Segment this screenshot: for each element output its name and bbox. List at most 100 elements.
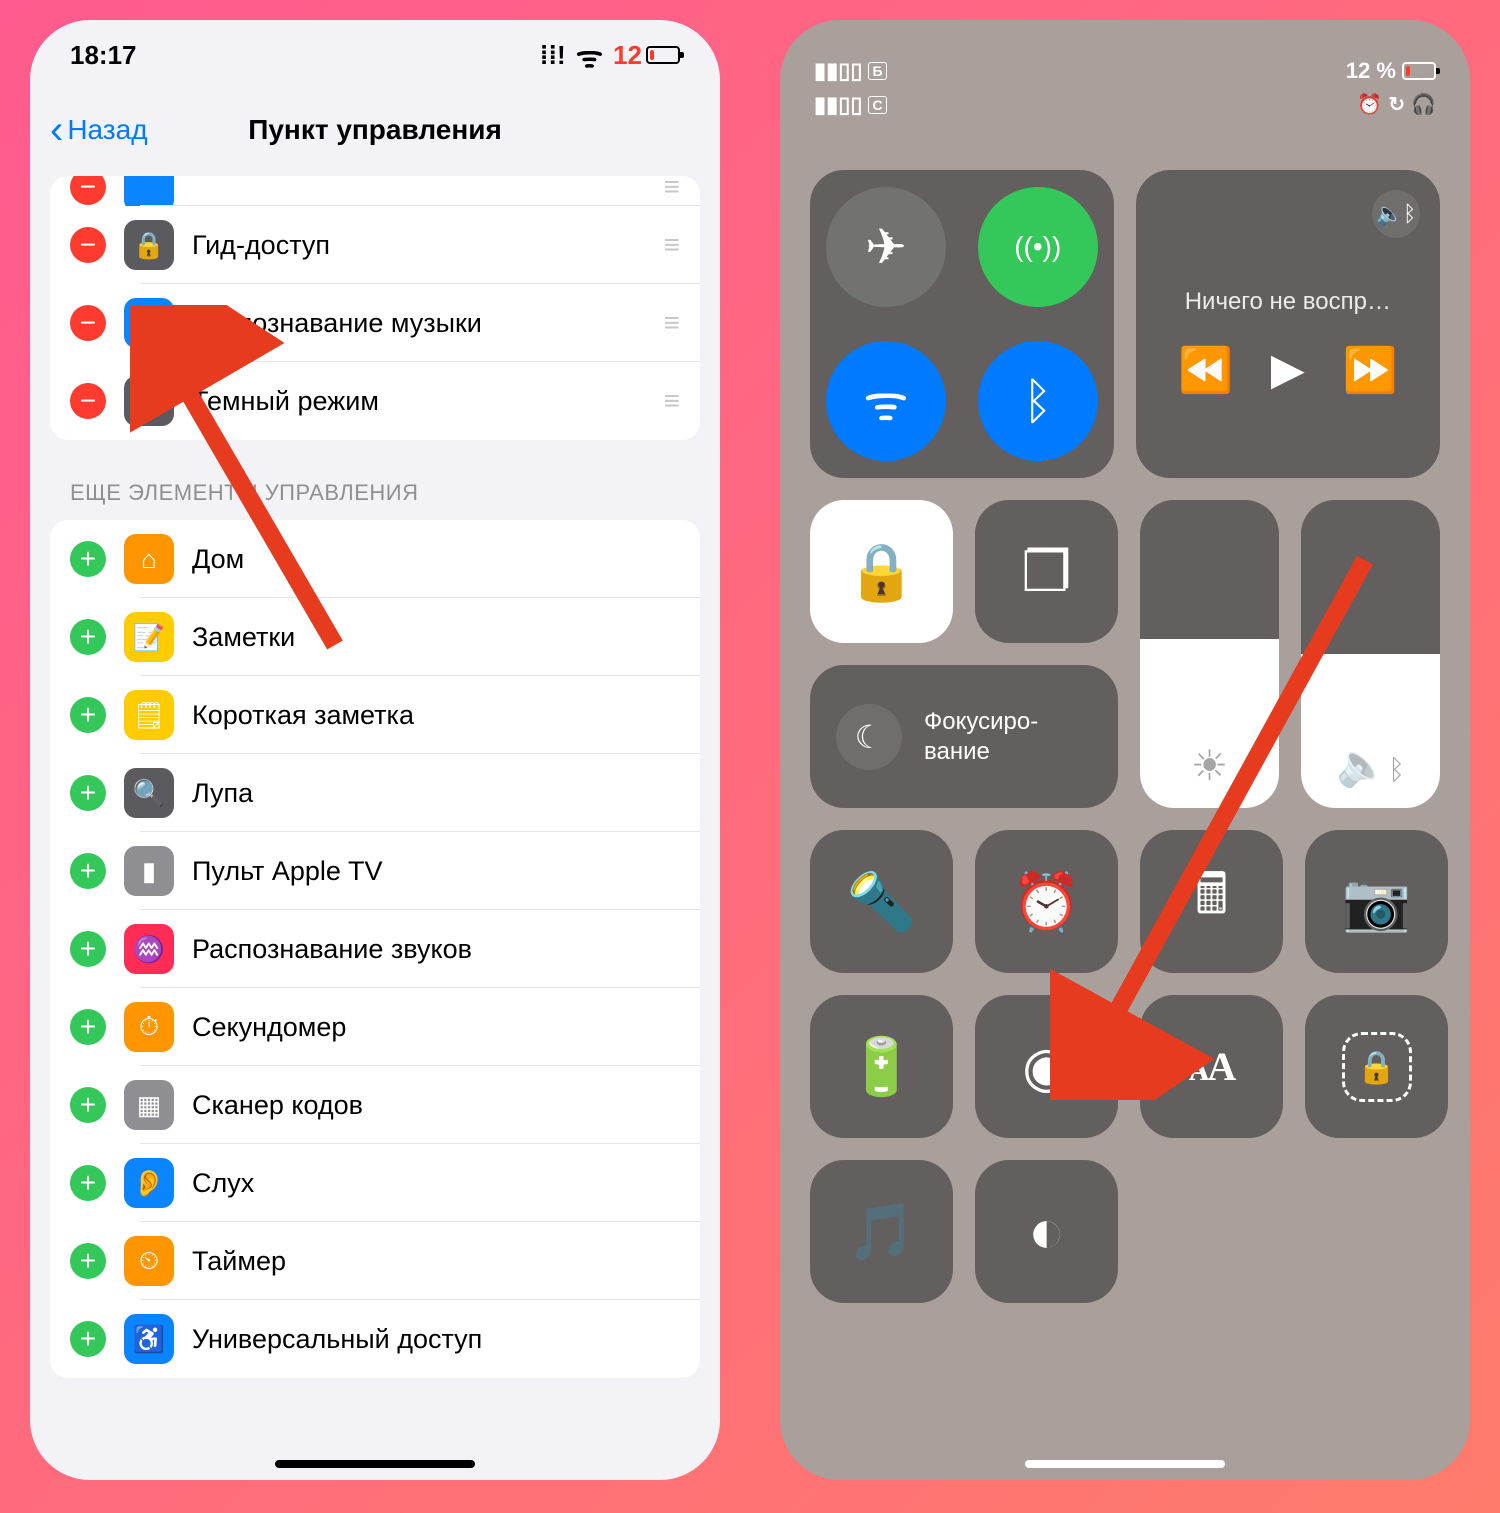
row-label: Темный режим: [192, 386, 646, 417]
rotation-lock-toggle[interactable]: 🔒: [810, 500, 953, 643]
list-item-quicknote[interactable]: + 🗒 Короткая заметка: [50, 676, 700, 754]
media-title: Ничего не воспр…: [1185, 288, 1391, 316]
drag-handle-icon[interactable]: ≡: [664, 307, 680, 339]
cellular-icon: ((•)): [1014, 231, 1061, 263]
included-controls-section: − ≡ − 🔒 Гид-доступ ≡ − 🎵 Распознавание м…: [50, 176, 700, 440]
add-button[interactable]: +: [70, 1087, 106, 1123]
volume-icon: 🔈ᛒ: [1301, 741, 1440, 790]
forward-button[interactable]: ⏩: [1343, 344, 1398, 396]
drag-handle-icon[interactable]: ≡: [664, 385, 680, 417]
screen-record-button[interactable]: ◉: [975, 995, 1118, 1138]
remove-button[interactable]: −: [70, 383, 106, 419]
stopwatch-icon: ⏱: [124, 1002, 174, 1052]
mirror-icon: ❐: [1021, 539, 1071, 605]
back-button[interactable]: ‹ Назад: [50, 110, 148, 150]
status-time: 18:17: [70, 40, 137, 71]
add-button[interactable]: +: [70, 697, 106, 733]
list-item[interactable]: − ≡: [50, 176, 700, 206]
volume-slider[interactable]: 🔈ᛒ: [1301, 500, 1440, 808]
guided-access-button[interactable]: 🔒: [1305, 995, 1448, 1138]
list-item-stopwatch[interactable]: + ⏱ Секундомер: [50, 988, 700, 1066]
bluetooth-toggle[interactable]: ᛒ: [978, 341, 1098, 461]
airplay-icon: 🔈ᛒ: [1376, 201, 1417, 227]
calculator-button[interactable]: 🖩: [1140, 830, 1283, 973]
control-center-screen: ▮▮▯▯Б ▮▮▯▯С 12 % ⏰ ↻ 🎧 ✈ ((•)) ᯤ ᛒ: [780, 20, 1470, 1480]
qr-icon: ▦: [124, 1080, 174, 1130]
add-button[interactable]: +: [70, 1009, 106, 1045]
row-label: Распознавание звуков: [192, 934, 680, 965]
remove-button[interactable]: −: [70, 176, 106, 205]
focus-label: Фокусиро- вание: [924, 707, 1038, 767]
add-button[interactable]: +: [70, 775, 106, 811]
list-item-notes[interactable]: + 📝 Заметки: [50, 598, 700, 676]
media-module[interactable]: 🔈ᛒ Ничего не воспр… ⏪ ▶ ⏩: [1136, 170, 1440, 478]
lock-rect-icon: 🔒: [124, 220, 174, 270]
list-item-home[interactable]: + ⌂ Дом: [50, 520, 700, 598]
list-item-scanner[interactable]: + ▦ Сканер кодов: [50, 1066, 700, 1144]
focus-button[interactable]: ☾ Фокусиро- вание: [810, 665, 1118, 808]
list-item-darkmode[interactable]: − ◐ Темный режим ≡: [50, 362, 700, 440]
add-button[interactable]: +: [70, 853, 106, 889]
wifi-icon: ᯤ: [863, 367, 909, 435]
chevron-left-icon: ‹: [50, 110, 63, 150]
back-label: Назад: [67, 114, 147, 146]
shazam-icon: 🎵: [847, 1199, 917, 1265]
flashlight-button[interactable]: 🔦: [810, 830, 953, 973]
airplay-button[interactable]: 🔈ᛒ: [1372, 190, 1420, 238]
rotation-lock-mini-icon: ↻: [1388, 92, 1405, 117]
list-item-soundrec[interactable]: + ♒ Распознавание звуков: [50, 910, 700, 988]
airplane-mode-toggle[interactable]: ✈: [826, 187, 946, 307]
lock-rect-icon: 🔒: [1342, 1032, 1412, 1102]
home-indicator[interactable]: [1025, 1460, 1225, 1468]
drag-handle-icon[interactable]: ≡: [664, 229, 680, 261]
battery-icon: 🔋: [847, 1034, 917, 1100]
row-label: Заметки: [192, 622, 680, 653]
add-button[interactable]: +: [70, 931, 106, 967]
list-item-shazam[interactable]: − 🎵 Распознавание музыки ≡: [50, 284, 700, 362]
row-label: Таймер: [192, 1246, 680, 1277]
half-circle-icon: ◐: [124, 376, 174, 426]
alarm-button[interactable]: ⏰: [975, 830, 1118, 973]
lock-rotation-icon: 🔒: [847, 539, 917, 605]
flashlight-icon: 🔦: [847, 869, 917, 935]
add-button[interactable]: +: [70, 619, 106, 655]
calculator-icon: 🖩: [1195, 854, 1229, 949]
list-item-appletv[interactable]: + ▮ Пульт Apple TV: [50, 832, 700, 910]
home-icon: ⌂: [124, 534, 174, 584]
magnifier-icon: 🔍: [124, 768, 174, 818]
wifi-toggle[interactable]: ᯤ: [826, 341, 946, 461]
list-item-guided[interactable]: − 🔒 Гид-доступ ≡: [50, 206, 700, 284]
add-button[interactable]: +: [70, 1243, 106, 1279]
cellular-data-toggle[interactable]: ((•)): [978, 187, 1098, 307]
list-item-magnifier[interactable]: + 🔍 Лупа: [50, 754, 700, 832]
add-button[interactable]: +: [70, 541, 106, 577]
remote-icon: ▮: [124, 846, 174, 896]
battery-percent-label: 12 %: [1346, 58, 1396, 84]
rewind-button[interactable]: ⏪: [1178, 344, 1233, 396]
quicknote-icon: 🗒: [124, 690, 174, 740]
row-label: Короткая заметка: [192, 700, 680, 731]
camera-button[interactable]: 📷: [1305, 830, 1448, 973]
row-label: Пульт Apple TV: [192, 856, 680, 887]
home-indicator[interactable]: [275, 1460, 475, 1468]
remove-button[interactable]: −: [70, 227, 106, 263]
screen-mirroring-button[interactable]: ❐: [975, 500, 1118, 643]
brightness-slider[interactable]: ☀: [1140, 500, 1279, 808]
dark-mode-button[interactable]: ◐: [975, 1160, 1118, 1303]
shazam-button[interactable]: 🎵: [810, 1160, 953, 1303]
row-label: Секундомер: [192, 1012, 680, 1043]
text-size-button[interactable]: ᴀA: [1140, 995, 1283, 1138]
remove-button[interactable]: −: [70, 305, 106, 341]
add-button[interactable]: +: [70, 1321, 106, 1357]
ear-icon: 👂: [124, 1158, 174, 1208]
list-item-hearing[interactable]: + 👂 Слух: [50, 1144, 700, 1222]
play-button[interactable]: ▶: [1271, 344, 1305, 396]
sim1-badge: Б: [868, 62, 886, 80]
list-item-accessibility[interactable]: + ♿ Универсальный доступ: [50, 1300, 700, 1378]
connectivity-module[interactable]: ✈ ((•)) ᯤ ᛒ: [810, 170, 1114, 478]
list-item-timer[interactable]: + ⏲ Таймер: [50, 1222, 700, 1300]
add-button[interactable]: +: [70, 1165, 106, 1201]
moon-icon: ☾: [836, 704, 902, 770]
low-power-button[interactable]: 🔋: [810, 995, 953, 1138]
drag-handle-icon[interactable]: ≡: [664, 176, 680, 203]
